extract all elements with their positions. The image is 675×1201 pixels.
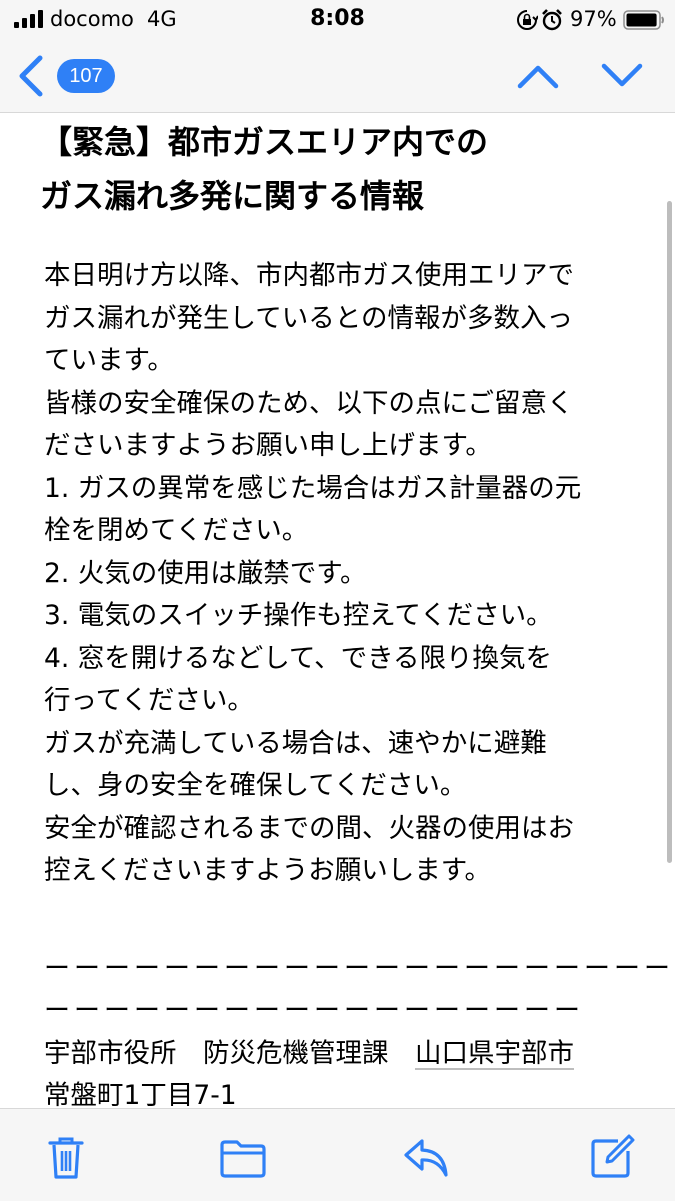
body-line: 控えくださいますようお願いします。 bbox=[44, 855, 492, 886]
body-line: ガス漏れが発生しているとの情報が多数入っ bbox=[44, 302, 573, 334]
chevron-down-icon bbox=[601, 63, 643, 87]
signature-address-link[interactable]: 山口県宇部市 bbox=[415, 1038, 574, 1069]
body-line: 4. 窓を開けるなどして、できる限り換気を bbox=[44, 642, 553, 674]
email-content[interactable]: 【緊急】都市ガスエリア内での ガス漏れ多発に関する情報 本日明け方以降、市内都市… bbox=[0, 113, 675, 1108]
divider-line: ーーーーーーーーーーーーーーーーーー bbox=[44, 996, 585, 1026]
battery-icon bbox=[623, 10, 664, 30]
body-line: 本日明け方以降、市内都市ガス使用エリアで bbox=[44, 260, 574, 291]
alarm-icon bbox=[542, 9, 562, 31]
move-to-folder-button[interactable] bbox=[219, 1133, 267, 1181]
body-line: 栓を閉めてください。 bbox=[44, 515, 309, 546]
status-bar: docomo 4G 8:08 97% bbox=[0, 0, 675, 40]
orientation-lock-icon bbox=[517, 10, 538, 30]
subject-line: 【緊急】都市ガスエリア内での bbox=[40, 123, 489, 161]
trash-icon bbox=[48, 1137, 84, 1179]
body-line: 2. 火気の使用は厳禁です。 bbox=[44, 557, 367, 589]
bottom-toolbar bbox=[0, 1108, 675, 1201]
compose-icon bbox=[591, 1134, 635, 1178]
next-message-button[interactable] bbox=[596, 54, 648, 98]
body-line: 皆様の安全確保のため、以下の点にご留意く bbox=[44, 387, 574, 419]
signature-office: 宇部市役所 防災危機管理課 bbox=[44, 1037, 415, 1069]
scrollbar[interactable] bbox=[667, 201, 672, 863]
body-line: 1. ガスの異常を感じた場合はガス計量器の元 bbox=[44, 472, 582, 504]
battery-percentage: 97% bbox=[570, 7, 617, 31]
body-line: ています。 bbox=[44, 345, 174, 376]
signature-line: 宇部市役所 防災危機管理課 山口県宇部市 bbox=[44, 1033, 654, 1076]
body-line: ガスが充満している場合は、速やかに避難 bbox=[44, 727, 547, 759]
body-line: ださいますようお願い申し上げます。 bbox=[44, 430, 492, 461]
email-subject: 【緊急】都市ガスエリア内での ガス漏れ多発に関する情報 bbox=[40, 115, 650, 223]
subject-line: ガス漏れ多発に関する情報 bbox=[40, 177, 425, 215]
compose-button[interactable] bbox=[588, 1133, 636, 1181]
divider-line: ーーーーーーーーーーーーーーーーーーーーーーーー bbox=[44, 953, 675, 984]
message-count-badge[interactable]: 107 bbox=[57, 59, 115, 93]
signature-line: 常盤町1丁目7-1 bbox=[44, 1075, 654, 1108]
body-line: し、身の安全を確保してください。 bbox=[44, 770, 467, 801]
signature-address-link[interactable]: 常盤町1丁目7-1 bbox=[44, 1080, 237, 1108]
back-button[interactable] bbox=[6, 50, 52, 102]
reply-icon bbox=[404, 1139, 448, 1177]
previous-message-button[interactable] bbox=[512, 54, 564, 98]
folder-icon bbox=[220, 1140, 266, 1178]
reply-button[interactable] bbox=[402, 1133, 450, 1181]
body-line: 3. 電気のスイッチ操作も控えてください。 bbox=[44, 600, 553, 631]
nav-bar: 107 bbox=[0, 40, 675, 113]
trash-button[interactable] bbox=[42, 1133, 90, 1181]
chevron-left-icon bbox=[19, 55, 43, 97]
body-line: 安全が確認されるまでの間、火器の使用はお bbox=[44, 812, 574, 844]
body-line: 行ってください。 bbox=[44, 685, 254, 716]
chevron-up-icon bbox=[517, 65, 559, 89]
email-body: 本日明け方以降、市内都市ガス使用エリアで ガス漏れが発生しているとの情報が多数入… bbox=[44, 255, 675, 1108]
